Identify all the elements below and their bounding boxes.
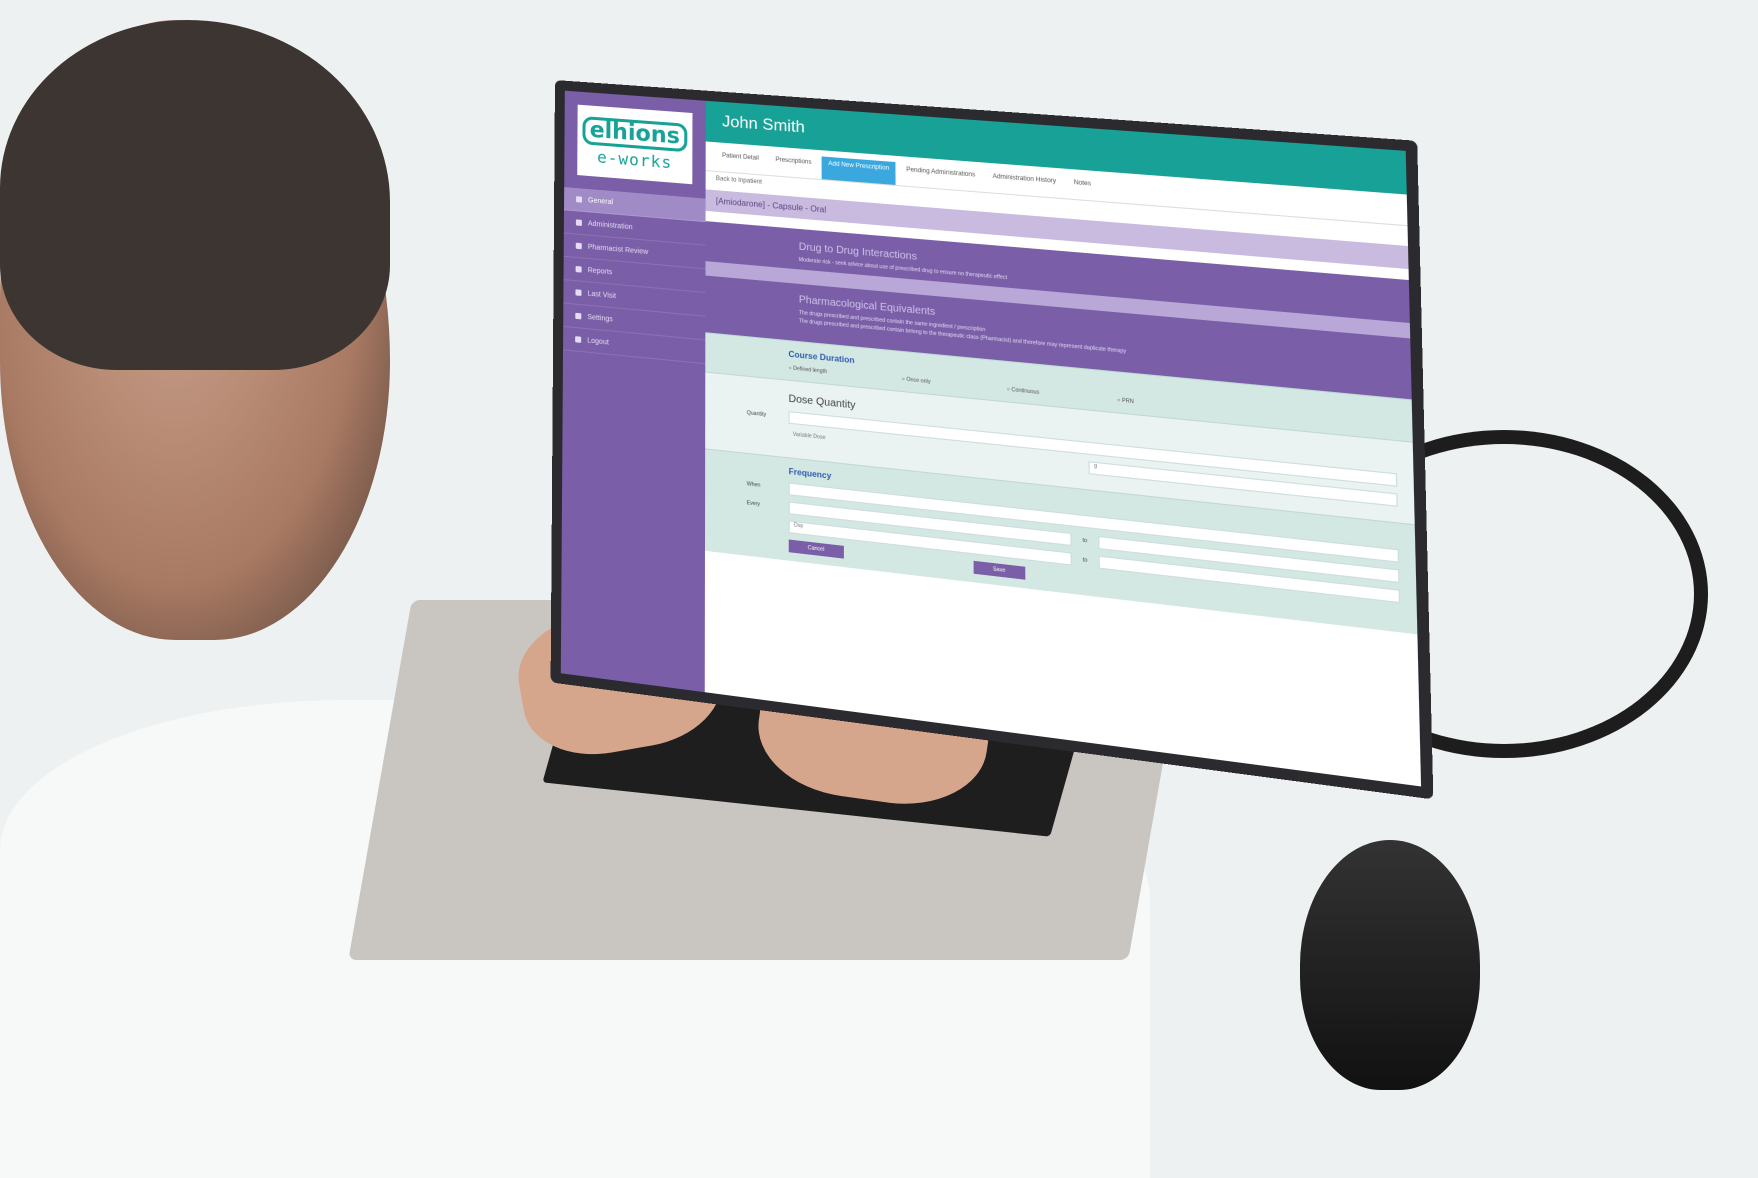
app-window: elhions e-works General Administration P… xyxy=(550,80,1434,800)
cancel-button[interactable]: Cancel xyxy=(788,539,844,559)
photo-scene: elhions e-works General Administration P… xyxy=(0,0,1758,1178)
calendar-icon xyxy=(575,219,582,226)
save-button[interactable]: Save xyxy=(973,560,1026,580)
sidebar-item-label: Logout xyxy=(587,336,609,347)
main-content: John Smith Patient Detail Prescriptions … xyxy=(704,100,1421,787)
sidebar-item-label: Last Visit xyxy=(587,289,616,300)
every-label: Every xyxy=(746,499,761,508)
tab-notes[interactable]: Notes xyxy=(1067,175,1098,201)
gear-icon xyxy=(575,312,582,320)
clipboard-icon xyxy=(575,289,582,296)
when-label: When xyxy=(746,481,761,489)
computer-mouse xyxy=(1300,840,1480,1090)
patient-name: John Smith xyxy=(722,113,805,137)
sidebar-item-label: Administration xyxy=(587,219,633,231)
radio-defined-length[interactable]: Defined length xyxy=(788,365,827,376)
app-logo: elhions e-works xyxy=(574,101,696,188)
sidebar-item-label: Settings xyxy=(587,313,613,323)
radio-prn[interactable]: PRN xyxy=(1117,397,1134,406)
radio-continuous[interactable]: Continuous xyxy=(1007,386,1039,396)
radio-once-only[interactable]: Once only xyxy=(902,376,930,386)
pill-icon xyxy=(575,242,582,250)
sidebar: elhions e-works General Administration P… xyxy=(560,90,706,693)
to-label-2: to xyxy=(1082,557,1088,565)
sidebar-item-label: Reports xyxy=(587,266,613,276)
chart-icon xyxy=(575,265,582,273)
tab-patient-detail[interactable]: Patient Detail xyxy=(716,148,765,174)
home-icon xyxy=(576,196,583,203)
logo-text-secondary: e-works xyxy=(597,146,673,172)
sidebar-item-label: Pharmacist Review xyxy=(587,243,649,256)
laptop-screen: elhions e-works General Administration P… xyxy=(550,80,1434,800)
quantity-label: Quantity xyxy=(746,409,767,419)
doctor-hair xyxy=(0,20,390,370)
tab-prescriptions[interactable]: Prescriptions xyxy=(769,152,818,178)
to-label: to xyxy=(1082,537,1088,545)
sidebar-item-label: General xyxy=(588,196,614,206)
logout-icon xyxy=(575,336,582,343)
